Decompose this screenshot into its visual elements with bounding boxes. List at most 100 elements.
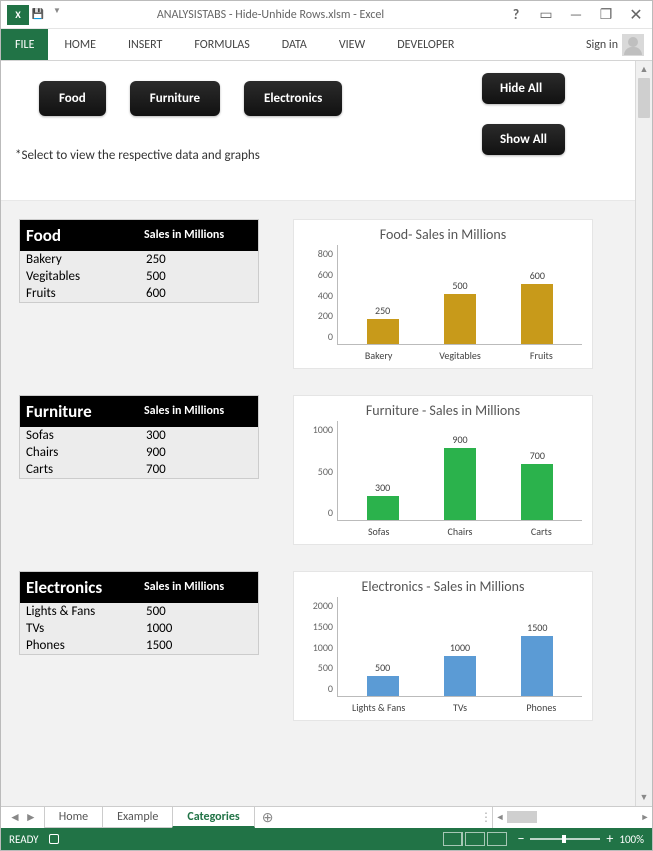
view-switcher[interactable] [443,832,507,846]
close-button[interactable]: ✕ [626,5,646,25]
bar-label: 500 [375,661,390,674]
sheet-tab-home[interactable]: Home [44,807,103,828]
chart-title: Food- Sales in Millions [304,226,582,243]
sign-in-link[interactable]: Sign in [580,29,652,60]
chart-title: Furniture - Sales in Millions [304,402,582,419]
zoom-percent[interactable]: 100% [619,833,644,846]
cell-item: Phones [20,637,140,654]
ribbon-display-options-icon[interactable]: ▭ [536,5,556,25]
cell-item: Bakery [20,251,140,268]
cell-value: 900 [140,444,258,461]
bar-group: 1000 [425,641,495,696]
x-category: Chairs [419,521,500,538]
ribbon-tab-home[interactable]: HOME [48,29,112,60]
ribbon-tab-developer[interactable]: DEVELOPER [381,29,470,60]
minimize-button[interactable]: — [566,5,586,25]
bar-label: 500 [452,279,467,292]
ribbon-tab-view[interactable]: VIEW [323,29,381,60]
y-tick: 500 [318,465,333,478]
y-tick: 600 [318,268,333,281]
zoom-out-icon[interactable]: − [517,832,524,846]
page-break-view-icon[interactable] [487,832,507,846]
food-button[interactable]: Food [39,81,106,116]
help-icon[interactable] [506,5,526,25]
macro-record-icon[interactable] [49,834,59,844]
bar [444,294,476,344]
bar-group: 600 [502,269,572,344]
ribbon-tab-insert[interactable]: INSERT [112,29,178,60]
worksheet-area[interactable]: Food Furniture Electronics Hide All Show… [1,61,635,806]
table-row: Phones1500 [20,637,258,654]
plot-area: 300900700 [338,421,582,521]
zoom-in-icon[interactable]: + [606,832,613,846]
furniture-button[interactable]: Furniture [130,81,220,116]
cell-value: 300 [140,427,258,444]
hscroll-right-arrow-icon[interactable]: ► [638,812,652,823]
bar [444,448,476,520]
show-all-button[interactable]: Show All [482,124,565,155]
bar-group: 300 [348,481,418,520]
vertical-scrollbar[interactable]: ▲ ▼ [635,61,652,806]
cell-item: Lights & Fans [20,603,140,620]
tab-nav-next-icon[interactable]: ► [25,810,37,825]
section-furniture: FurnitureSales in MillionsSofas300Chairs… [19,395,617,545]
zoom-slider[interactable] [530,838,600,840]
restore-button[interactable]: ❐ [596,5,616,25]
hscroll-left-arrow-icon[interactable]: ◄ [493,812,507,823]
new-sheet-button[interactable]: ⊕ [255,807,281,828]
ribbon-tab-formulas[interactable]: FORMULAS [178,29,265,60]
table-row: Lights & Fans500 [20,603,258,620]
bar-group: 900 [425,433,495,520]
chart-electronics: Electronics - Sales in Millions200015001… [293,571,593,721]
cell-item: Chairs [20,444,140,461]
qat-dropdown-icon[interactable]: ▼ [53,6,61,20]
ribbon-tabs: FILE HOMEINSERTFORMULASDATAVIEWDEVELOPER… [1,29,652,61]
bar-label: 1500 [527,621,547,634]
plot-area: 500 1000 1500 [338,597,582,697]
scroll-down-arrow-icon[interactable]: ▼ [636,789,652,806]
cell-value: 500 [140,268,258,285]
page-layout-view-icon[interactable] [465,832,485,846]
sheet-tab-example[interactable]: Example [102,807,173,828]
scroll-up-arrow-icon[interactable]: ▲ [636,61,652,78]
horizontal-scrollbar[interactable]: ◄ ► [492,807,652,828]
cell-item: Carts [20,461,140,478]
tab-nav-prev-icon[interactable]: ◄ [9,810,21,825]
x-category: TVs [419,697,500,714]
cell-value: 1500 [140,637,258,654]
x-category: Bakery [338,345,419,362]
ribbon-tab-data[interactable]: DATA [266,29,323,60]
cell-item: TVs [20,620,140,637]
bar [521,464,553,520]
table-row: Vegitables500 [20,268,258,285]
hide-all-button[interactable]: Hide All [482,73,565,104]
bar-label: 250 [375,304,390,317]
cell-item: Vegitables [20,268,140,285]
x-category: Fruits [501,345,582,362]
sheet-tab-categories[interactable]: Categories [172,807,254,828]
sheet-tabs-bar: ◄ ► HomeExampleCategories ⊕ ⋮ ◄ ► [1,806,652,828]
excel-icon: X [7,5,29,25]
file-tab[interactable]: FILE [1,29,48,60]
bar [367,496,399,520]
x-axis: Lights & FansTVsPhones [338,697,582,714]
normal-view-icon[interactable] [443,832,463,846]
bar [521,636,553,696]
y-tick: 0 [328,330,333,343]
status-bar: READY − + 100% [1,828,652,850]
hscroll-thumb[interactable] [507,811,537,823]
table-header-category: Food [20,220,140,251]
y-tick: 800 [318,247,333,260]
table-header-sales: Sales in Millions [140,396,258,427]
table-header-category: Electronics [20,572,140,603]
save-icon[interactable]: 💾 [31,6,45,20]
zoom-control[interactable]: − + 100% [517,832,644,846]
chart-furniture: Furniture - Sales in Millions10005000300… [293,395,593,545]
title-bar: X 💾 ▼ ANALYSISTABS - Hide-Unhide Rows.xl… [1,1,652,29]
bar-label: 300 [375,481,390,494]
table-header-sales: Sales in Millions [140,572,258,603]
electronics-button[interactable]: Electronics [244,81,342,116]
scroll-thumb[interactable] [638,78,650,118]
table-furniture: FurnitureSales in MillionsSofas300Chairs… [19,395,259,479]
bar [367,676,399,696]
